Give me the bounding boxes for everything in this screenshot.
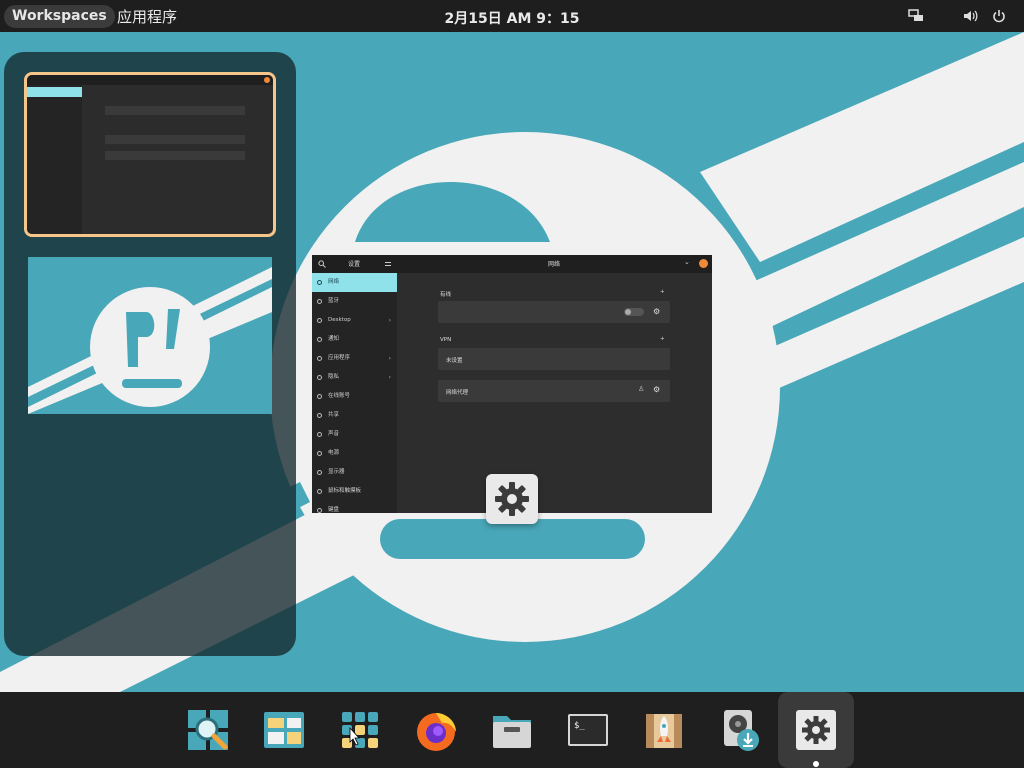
chevron-right-icon: ›	[388, 355, 391, 362]
chevron-right-icon: ›	[388, 317, 391, 324]
workspaces-panel	[4, 52, 296, 656]
sidebar-item-icon	[317, 394, 322, 399]
magnifier-icon	[188, 710, 228, 750]
sidebar-item-icon	[317, 337, 322, 342]
window-header: 设置 网络 ⌄	[312, 255, 712, 273]
add-vpn-icon[interactable]: +	[660, 336, 665, 342]
add-wired-icon[interactable]: +	[660, 289, 665, 295]
sidebar-item-label: 共享	[328, 412, 340, 418]
toggle-knob	[625, 309, 631, 315]
vpn-row[interactable]	[438, 348, 670, 370]
dock-firefox[interactable]	[398, 692, 474, 768]
sidebar-item-label: 显示器	[328, 469, 345, 475]
vpn-section-label: VPN	[440, 337, 452, 343]
firefox-icon	[417, 713, 456, 751]
sidebar-item[interactable]: 蓝牙	[312, 292, 397, 311]
dock-installer[interactable]	[702, 692, 778, 768]
window-title: 网络	[548, 261, 561, 268]
sidebar-item[interactable]: 隐私 ›	[312, 368, 397, 387]
sidebar-item-label: 网络	[328, 279, 340, 285]
proxy-settings-gear-icon[interactable]: ⚙	[653, 385, 660, 394]
proxy-status-icon: ♙	[638, 385, 645, 393]
settings-app-icon[interactable]	[486, 474, 538, 524]
proxy-label: 网络代理	[446, 390, 469, 396]
sidebar-item-icon	[317, 432, 322, 437]
volume-icon[interactable]	[962, 8, 978, 24]
dock: $_	[0, 692, 1024, 768]
sidebar-item-icon	[317, 489, 322, 494]
search-icon[interactable]	[318, 260, 326, 268]
terminal-icon: $_	[568, 714, 608, 746]
vpn-status-text: 未设置	[446, 358, 463, 364]
power-icon[interactable]	[991, 8, 1007, 24]
gear-icon	[796, 710, 836, 750]
minimize-icon[interactable]: ⌄	[684, 258, 690, 266]
sidebar-item[interactable]: 电源	[312, 444, 397, 463]
dock-settings[interactable]	[778, 692, 854, 768]
sidebar-item[interactable]: Desktop ›	[312, 311, 397, 330]
sidebar-item[interactable]: 鼠标和触摸板	[312, 482, 397, 501]
dock-pop-shop[interactable]	[626, 692, 702, 768]
wired-settings-gear-icon[interactable]: ⚙	[653, 307, 660, 316]
clock[interactable]: 2月15日 AM 9：15	[0, 8, 1024, 28]
sidebar-item[interactable]: 在线账号	[312, 387, 397, 406]
terminal-prompt: $_	[574, 721, 585, 731]
sidebar-item[interactable]: 声音	[312, 425, 397, 444]
disk-download-icon	[724, 710, 759, 751]
sidebar-item-icon	[317, 318, 322, 323]
sidebar-item-label: Desktop	[328, 317, 351, 323]
settings-window-thumbnail	[27, 75, 273, 234]
sidebar-item-icon	[317, 375, 322, 380]
workspace-thumbnail-2[interactable]	[28, 257, 272, 414]
sidebar-item-icon	[317, 280, 322, 285]
sidebar-item-icon	[317, 356, 322, 361]
app-grid-icon	[342, 712, 378, 748]
sidebar-item[interactable]: 共享	[312, 406, 397, 425]
sidebar-item-icon	[317, 413, 322, 418]
chevron-right-icon: ›	[388, 374, 391, 381]
sidebar-item-icon	[317, 508, 322, 513]
sidebar-item-label: 声音	[328, 431, 340, 437]
gear-icon	[495, 482, 529, 516]
dock-workspaces[interactable]	[246, 692, 322, 768]
sidebar-item-label: 在线账号	[328, 393, 351, 399]
sidebar-item-label: 通知	[328, 336, 340, 342]
sidebar-item-icon	[317, 299, 322, 304]
sidebar-item-icon	[317, 470, 322, 475]
windows-icon	[264, 712, 304, 748]
sidebar-item-label: 应用程序	[328, 355, 351, 361]
shop-icon	[646, 714, 682, 748]
sidebar-title: 设置	[348, 261, 361, 268]
close-icon[interactable]	[699, 259, 708, 268]
sidebar-item[interactable]: 应用程序 ›	[312, 349, 397, 368]
top-bar: Workspaces 应用程序 2月15日 AM 9：15	[0, 0, 1024, 32]
pop-logo-thumbnail	[28, 267, 272, 414]
sidebar-item[interactable]: 键盘	[312, 501, 397, 513]
sidebar-item-label: 鼠标和触摸板	[328, 488, 362, 494]
dock-files[interactable]	[474, 692, 550, 768]
wired-section-label: 有线	[440, 292, 452, 298]
sidebar-item-label: 键盘	[328, 507, 340, 513]
sidebar-item[interactable]: 显示器	[312, 463, 397, 482]
network-icon[interactable]	[908, 8, 924, 24]
folder-icon	[493, 716, 531, 748]
sidebar-item[interactable]: 网络	[312, 273, 397, 292]
running-indicator	[813, 761, 819, 767]
sidebar-item-icon	[317, 451, 322, 456]
proxy-row[interactable]	[438, 380, 670, 402]
menu-icon[interactable]	[384, 260, 392, 268]
sidebar-item-label: 蓝牙	[328, 298, 340, 304]
sidebar-item[interactable]: 通知	[312, 330, 397, 349]
dock-terminal[interactable]: $_	[550, 692, 626, 768]
sidebar-item-label: 电源	[328, 450, 340, 456]
dock-applications[interactable]	[322, 692, 398, 768]
workspace-thumbnail-1[interactable]	[24, 72, 276, 237]
dock-search[interactable]	[170, 692, 246, 768]
sidebar-item-label: 隐私	[328, 374, 340, 380]
